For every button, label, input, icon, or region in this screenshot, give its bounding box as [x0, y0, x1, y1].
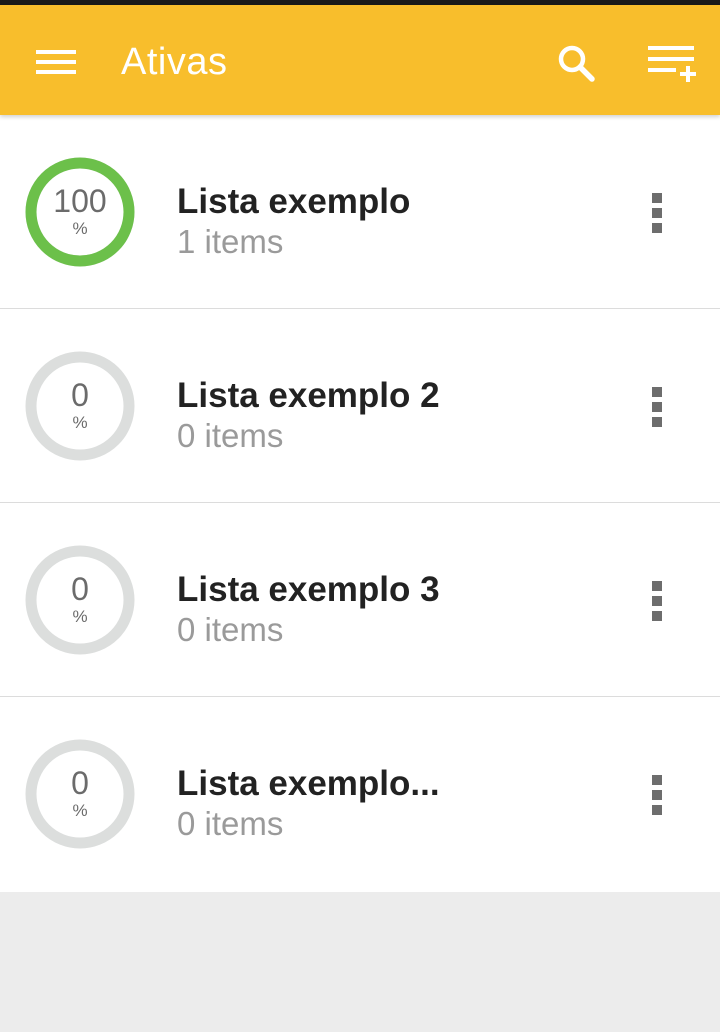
- item-count: 0 items: [177, 417, 284, 454]
- progress-ring: 100 %: [24, 156, 136, 268]
- item-count: 0 items: [177, 611, 284, 648]
- item-count: 1 items: [177, 223, 284, 260]
- percent-sign: %: [72, 219, 88, 238]
- add-list-button[interactable]: [642, 37, 702, 93]
- list-name: Lista exemplo 3: [177, 570, 440, 609]
- lists-container: 100 % Lista exemplo 1 items 0 % Lista ex…: [0, 115, 720, 892]
- more-vert-icon: [652, 581, 662, 621]
- list-name: Lista exemplo: [177, 182, 411, 221]
- more-vert-icon: [652, 387, 662, 427]
- page-title: Ativas: [121, 41, 228, 83]
- progress-percent: 0: [71, 377, 89, 413]
- list-item[interactable]: 100 % Lista exemplo 1 items: [0, 115, 720, 309]
- progress-ring: 0 %: [24, 544, 136, 656]
- progress-percent: 0: [71, 571, 89, 607]
- percent-sign: %: [72, 413, 88, 432]
- overflow-menu-button[interactable]: [628, 765, 688, 825]
- overflow-menu-button[interactable]: [628, 183, 688, 243]
- progress-ring: 0 %: [24, 350, 136, 462]
- overflow-menu-button[interactable]: [628, 377, 688, 437]
- percent-sign: %: [72, 607, 88, 626]
- menu-icon: [36, 50, 76, 74]
- list-item[interactable]: 0 % Lista exemplo 3 0 items: [0, 503, 720, 697]
- progress-percent: 100: [53, 183, 107, 219]
- list-item[interactable]: 0 % Lista exemplo 2 0 items: [0, 309, 720, 503]
- more-vert-icon: [652, 193, 662, 233]
- search-icon: [558, 45, 595, 82]
- item-count: 0 items: [177, 805, 284, 842]
- menu-button[interactable]: [22, 36, 90, 92]
- progress-percent: 0: [71, 765, 89, 801]
- list-name: Lista exemplo 2: [177, 376, 440, 415]
- overflow-menu-button[interactable]: [628, 571, 688, 631]
- search-button[interactable]: [548, 37, 604, 93]
- progress-ring: 0 %: [24, 738, 136, 850]
- playlist-add-icon: [648, 46, 696, 82]
- list-item[interactable]: 0 % Lista exemplo... 0 items: [0, 697, 720, 892]
- more-vert-icon: [652, 775, 662, 815]
- percent-sign: %: [72, 801, 88, 820]
- app-bar: Ativas: [0, 5, 720, 115]
- list-name: Lista exemplo...: [177, 764, 440, 803]
